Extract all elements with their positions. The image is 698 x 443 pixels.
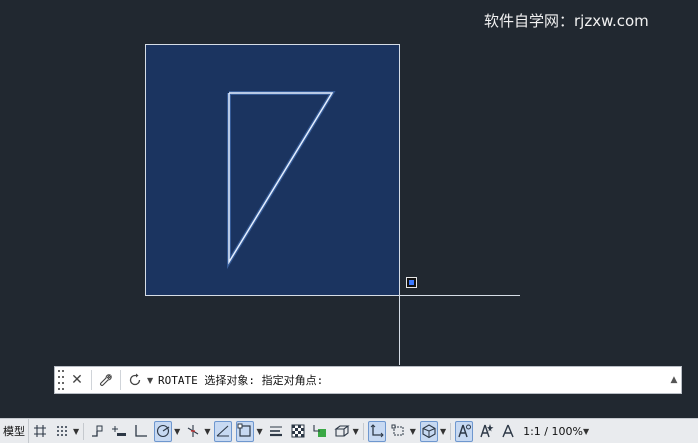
chevron-down-icon[interactable]: ▼: [256, 427, 262, 436]
chevron-down-icon[interactable]: ▼: [410, 427, 416, 436]
isodraft-icon[interactable]: [184, 421, 202, 442]
selection-filter-icon[interactable]: [390, 421, 408, 442]
pickbox-cursor: [406, 277, 417, 288]
object-snap-icon[interactable]: [236, 420, 255, 442]
crosshair-horizontal: [280, 295, 520, 296]
wrench-icon[interactable]: [95, 369, 117, 391]
lineweight-icon[interactable]: [267, 421, 285, 442]
dynamic-input-icon[interactable]: [110, 421, 128, 442]
divider: [362, 422, 364, 440]
drag-grip-handle[interactable]: [58, 370, 66, 390]
selection-cycling-icon[interactable]: [311, 421, 329, 442]
rotate-arrow-icon: [124, 369, 146, 391]
grid-toggle-icon[interactable]: [31, 421, 49, 442]
divider: [83, 422, 85, 440]
crosshair-vertical: [399, 175, 400, 365]
chevron-down-icon[interactable]: ▼: [353, 427, 359, 436]
command-prompt-text[interactable]: ROTATE 选择对象: 指定对角点:: [158, 372, 667, 388]
infer-constraints-icon[interactable]: [88, 421, 106, 442]
object-snap-tracking-icon[interactable]: [214, 420, 233, 442]
dynamic-ucs-icon[interactable]: [367, 420, 386, 442]
divider: [450, 422, 452, 440]
chevron-down-icon[interactable]: ▼: [73, 427, 79, 436]
chevron-down-icon[interactable]: ▼: [583, 427, 589, 436]
gizmo-icon[interactable]: [419, 420, 438, 442]
3d-object-snap-icon[interactable]: [333, 421, 351, 442]
drawing-canvas[interactable]: 软件自学网：rjzxw.com: [0, 0, 698, 418]
ortho-mode-icon[interactable]: [132, 421, 150, 442]
close-icon[interactable]: ✕: [66, 369, 88, 391]
chevron-down-icon: ▼: [147, 375, 154, 385]
command-line[interactable]: ✕ ▼ ROTATE 选择对象: 指定对角点: ▲: [54, 366, 682, 394]
annotation-visibility-icon[interactable]: [455, 420, 474, 442]
transparency-icon[interactable]: [289, 421, 307, 442]
model-space-tab[interactable]: 模型: [0, 418, 29, 443]
divider: [120, 370, 121, 390]
chevron-down-icon[interactable]: ▼: [440, 427, 446, 436]
auto-scale-icon[interactable]: [477, 421, 495, 442]
triangle-entity: [228, 92, 334, 265]
recent-commands-button[interactable]: ▼: [124, 369, 156, 391]
drawing-entities: [227, 91, 336, 270]
chevron-down-icon[interactable]: ▼: [174, 427, 180, 436]
polar-tracking-icon[interactable]: [154, 420, 173, 442]
status-bar: 模型 ▼ ▼ ▼ ▼ ▼ ▼ ▼ 1:1 / 100% ▼: [0, 418, 698, 443]
scroll-up-icon[interactable]: ▲: [667, 375, 681, 385]
divider: [91, 370, 92, 390]
annotation-scale-readout[interactable]: 1:1 / 100%: [523, 425, 583, 438]
chevron-down-icon[interactable]: ▼: [204, 427, 210, 436]
annotation-scale-icon[interactable]: [499, 421, 517, 442]
snap-mode-icon[interactable]: [53, 421, 71, 442]
